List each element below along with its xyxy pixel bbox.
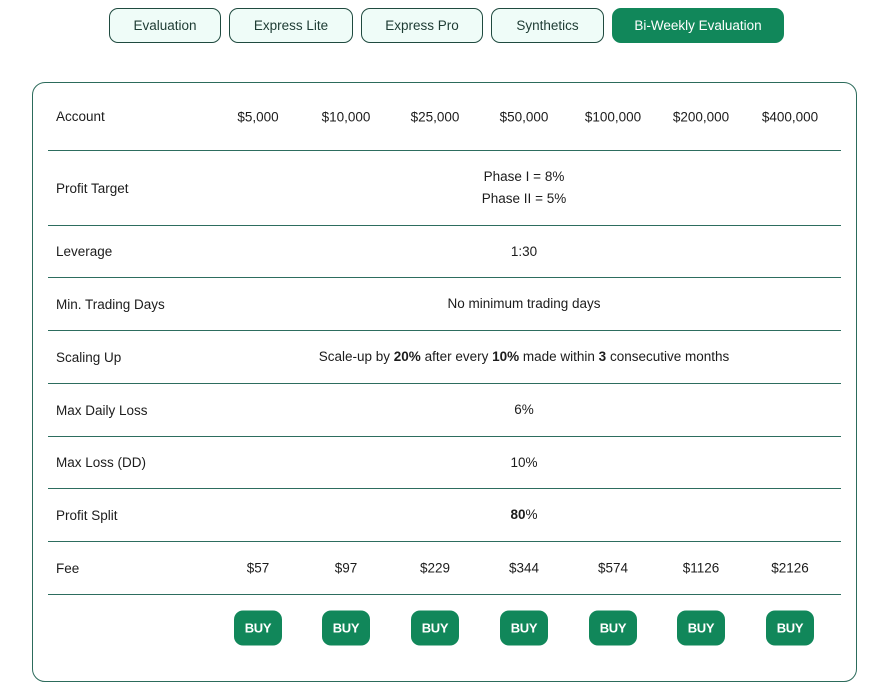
buy-button-100000[interactable]: BUY bbox=[589, 610, 637, 646]
tab-express-pro[interactable]: Express Pro bbox=[361, 8, 483, 43]
fee-value: $229 bbox=[419, 560, 451, 576]
row-label: Max Loss (DD) bbox=[56, 455, 147, 470]
buy-button-50000[interactable]: BUY bbox=[500, 610, 548, 646]
row-profit-target: Profit Target Phase I = 8% Phase II = 5% bbox=[48, 151, 841, 226]
row-scaling-up: Scaling Up Scale-up by 20% after every 1… bbox=[48, 331, 841, 384]
scaling-up-value: Scale-up by 20% after every 10% made wit… bbox=[319, 346, 730, 368]
phase-1-target: Phase I = 8% bbox=[483, 169, 565, 184]
fee-value: $344 bbox=[508, 560, 540, 576]
row-account: Account $5,000 $10,000 $25,000 $50,000 $… bbox=[48, 83, 841, 151]
percent-sign: % bbox=[525, 507, 538, 522]
buy-button-25000[interactable]: BUY bbox=[411, 610, 459, 646]
row-label: Max Daily Loss bbox=[56, 402, 148, 418]
buy-button-400000[interactable]: BUY bbox=[766, 610, 814, 646]
account-size: $5,000 bbox=[237, 109, 279, 124]
row-profit-split: Profit Split 80% bbox=[48, 489, 841, 542]
row-min-trading-days: Min. Trading Days No minimum trading day… bbox=[48, 278, 841, 331]
text: made within bbox=[519, 349, 599, 364]
row-label: Profit Split bbox=[56, 507, 118, 523]
row-leverage: Leverage 1:30 bbox=[48, 226, 841, 278]
text: consecutive months bbox=[606, 349, 730, 364]
leverage-value: 1:30 bbox=[510, 243, 538, 259]
row-label: Leverage bbox=[56, 244, 113, 259]
profit-split-number: 80 bbox=[510, 507, 526, 522]
max-loss-value: 10% bbox=[510, 454, 538, 470]
row-label: Profit Target bbox=[56, 180, 129, 196]
row-max-loss: Max Loss (DD) 10% bbox=[48, 437, 841, 489]
fee-value: $574 bbox=[597, 560, 629, 576]
buy-button-200000[interactable]: BUY bbox=[677, 610, 725, 646]
row-buy: BUY BUY BUY BUY BUY BUY BUY bbox=[48, 595, 841, 661]
row-fee: Fee $57 $97 $229 $344 $574 $1126 $2126 bbox=[48, 542, 841, 595]
account-size: $400,000 bbox=[761, 109, 819, 124]
profit-percent: 10% bbox=[492, 349, 520, 364]
tab-evaluation[interactable]: Evaluation bbox=[109, 8, 221, 43]
fee-value: $1126 bbox=[682, 560, 720, 576]
phase-2-target: Phase II = 5% bbox=[481, 191, 567, 206]
pricing-table: Account $5,000 $10,000 $25,000 $50,000 $… bbox=[32, 82, 857, 682]
fee-value: $2126 bbox=[771, 560, 809, 576]
fee-value: $57 bbox=[246, 560, 270, 576]
text: after every bbox=[420, 349, 493, 364]
text: Scale-up by bbox=[318, 349, 394, 364]
profit-split-value: 80% bbox=[510, 504, 537, 526]
row-max-daily-loss: Max Daily Loss 6% bbox=[48, 384, 841, 437]
account-size: $50,000 bbox=[499, 109, 549, 124]
account-size: $10,000 bbox=[321, 109, 371, 124]
buy-button-5000[interactable]: BUY bbox=[234, 610, 282, 646]
row-label: Min. Trading Days bbox=[56, 296, 165, 312]
account-size: $200,000 bbox=[672, 109, 730, 124]
tab-bi-weekly-evaluation[interactable]: Bi-Weekly Evaluation bbox=[612, 8, 784, 43]
tab-synthetics[interactable]: Synthetics bbox=[491, 8, 604, 43]
row-label: Scaling Up bbox=[56, 349, 122, 365]
max-daily-loss-value: 6% bbox=[514, 402, 534, 417]
plan-tabs: Evaluation Express Lite Express Pro Synt… bbox=[109, 8, 784, 43]
fee-value: $97 bbox=[334, 560, 358, 576]
scale-percent: 20% bbox=[393, 349, 421, 364]
profit-target-value: Phase I = 8% Phase II = 5% bbox=[482, 166, 566, 210]
min-trading-days-value: No minimum trading days bbox=[447, 296, 601, 311]
account-size: $25,000 bbox=[410, 109, 460, 124]
tab-express-lite[interactable]: Express Lite bbox=[229, 8, 353, 43]
buy-button-10000[interactable]: BUY bbox=[322, 610, 370, 646]
account-size: $100,000 bbox=[584, 109, 642, 124]
